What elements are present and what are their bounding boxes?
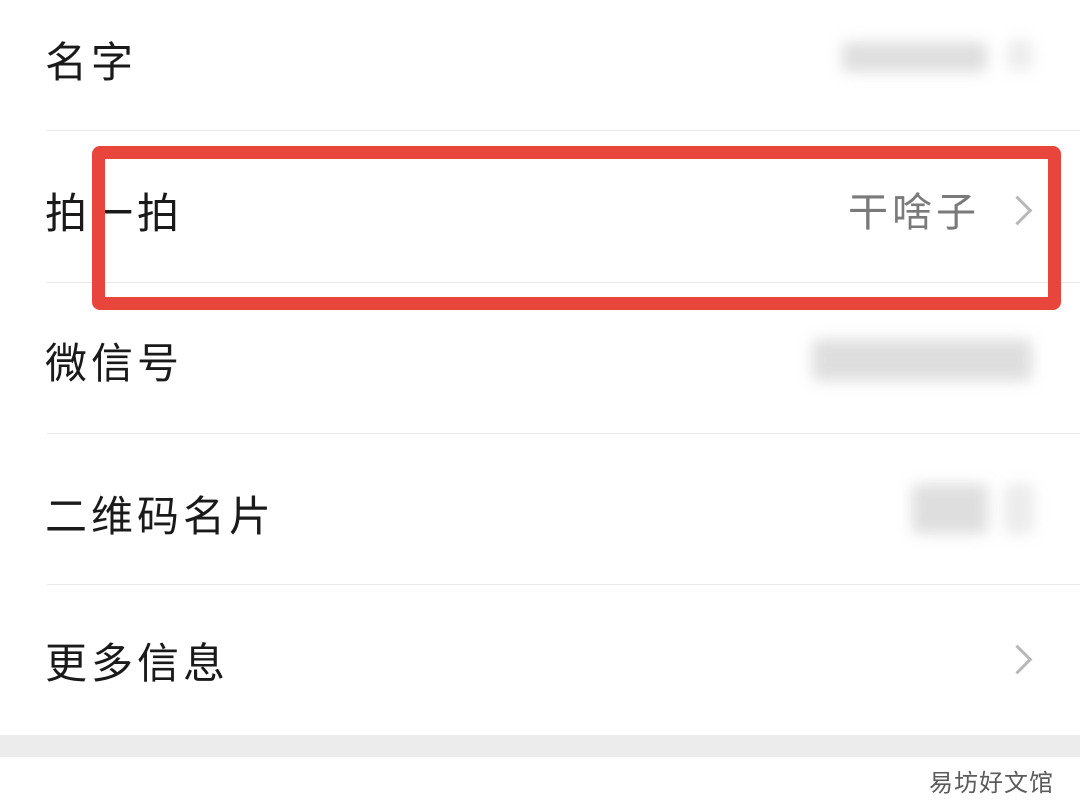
redacted-wechat-id-value <box>812 339 1032 381</box>
redacted-name-value <box>842 42 987 72</box>
redacted-chevron <box>1008 40 1032 70</box>
highlight-annotation-box <box>92 146 1061 310</box>
row-more-info[interactable]: 更多信息 <box>0 585 1080 735</box>
row-more-info-label: 更多信息 <box>45 639 230 688</box>
row-name-label: 名字 <box>45 38 138 87</box>
footer-area <box>0 757 1080 810</box>
row-qr-card-label: 二维码名片 <box>45 492 276 541</box>
watermark-text: 易坊好文馆 <box>929 769 1054 797</box>
redacted-qr-code-icon <box>912 484 988 534</box>
section-separator <box>0 735 1080 757</box>
chevron-right-icon <box>1002 644 1033 675</box>
redacted-chevron <box>1004 484 1034 534</box>
row-qr-card[interactable]: 二维码名片 <box>0 434 1080 584</box>
row-wechat-id-label: 微信号 <box>45 339 184 388</box>
row-name[interactable]: 名字 <box>0 0 1080 150</box>
profile-settings-list: 名字 拍一拍 干啥子 微信号 二维码名片 更多信息 <box>0 0 1080 735</box>
